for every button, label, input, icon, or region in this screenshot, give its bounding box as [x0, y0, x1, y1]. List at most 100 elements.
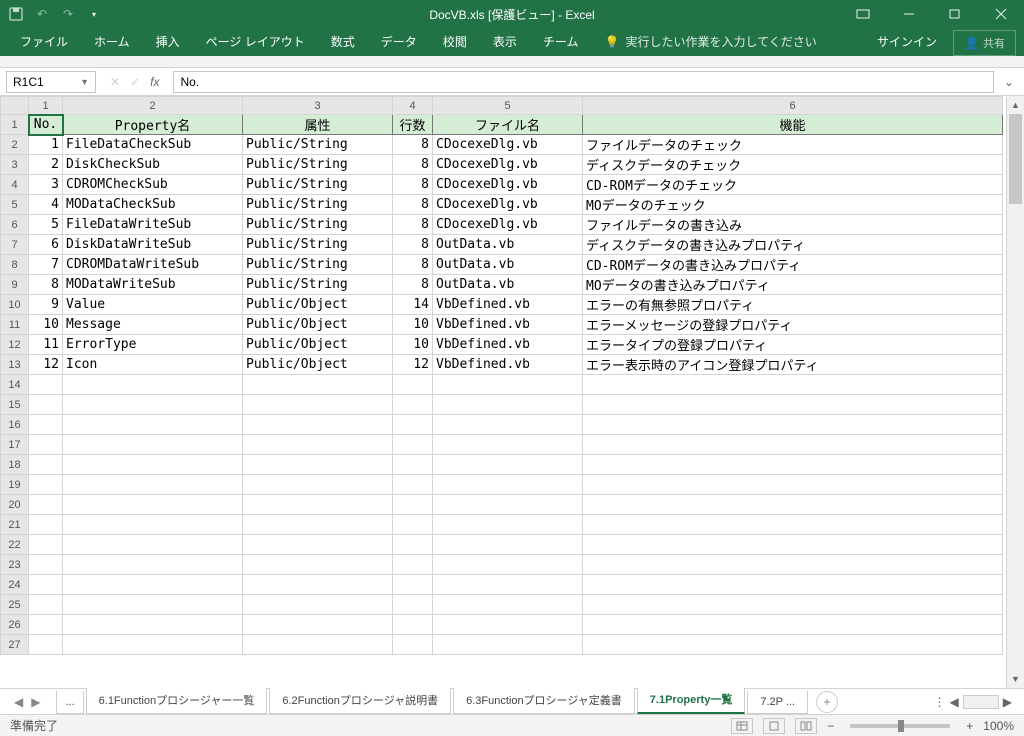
cell[interactable]: 8: [393, 215, 433, 235]
cell[interactable]: [63, 415, 243, 435]
cell[interactable]: [433, 495, 583, 515]
row-header[interactable]: 2: [1, 135, 29, 155]
cell[interactable]: [433, 635, 583, 655]
cell[interactable]: [243, 555, 393, 575]
cell[interactable]: 8: [393, 195, 433, 215]
cell[interactable]: MOデータの書き込みプロパティ: [583, 275, 1003, 295]
cell[interactable]: 1: [29, 135, 63, 155]
scroll-down-icon[interactable]: ▼: [1007, 670, 1024, 688]
cell[interactable]: エラーの有無参照プロパティ: [583, 295, 1003, 315]
cell[interactable]: [433, 435, 583, 455]
fx-icon[interactable]: fx: [150, 75, 159, 89]
tab-nav-next-icon[interactable]: ▶: [31, 695, 40, 709]
row-header[interactable]: 6: [1, 215, 29, 235]
cell[interactable]: [583, 415, 1003, 435]
redo-icon[interactable]: ↷: [60, 6, 76, 22]
cell[interactable]: Message: [63, 315, 243, 335]
cell[interactable]: [393, 415, 433, 435]
cell[interactable]: 2: [29, 155, 63, 175]
cell[interactable]: 14: [393, 295, 433, 315]
cell[interactable]: ディスクデータの書き込みプロパティ: [583, 235, 1003, 255]
cell[interactable]: [393, 535, 433, 555]
cell[interactable]: [393, 455, 433, 475]
scroll-up-icon[interactable]: ▲: [1007, 96, 1024, 114]
maximize-icon[interactable]: [932, 0, 978, 28]
row-header[interactable]: 20: [1, 495, 29, 515]
cell[interactable]: ErrorType: [63, 335, 243, 355]
select-all-corner[interactable]: [1, 97, 29, 115]
cell[interactable]: MODataWriteSub: [63, 275, 243, 295]
ribbon-tab[interactable]: 数式: [319, 27, 367, 56]
cell[interactable]: OutData.vb: [433, 235, 583, 255]
row-header[interactable]: 27: [1, 635, 29, 655]
cell[interactable]: [29, 595, 63, 615]
signin-button[interactable]: サインイン: [863, 27, 951, 56]
cell[interactable]: [243, 455, 393, 475]
row-header[interactable]: 22: [1, 535, 29, 555]
cell[interactable]: [29, 635, 63, 655]
cell[interactable]: 8: [393, 155, 433, 175]
cell[interactable]: [583, 595, 1003, 615]
cell[interactable]: [393, 575, 433, 595]
cell[interactable]: [243, 415, 393, 435]
cell[interactable]: Value: [63, 295, 243, 315]
column-header[interactable]: 6: [583, 97, 1003, 115]
cancel-icon[interactable]: ✕: [110, 75, 120, 89]
row-header[interactable]: 7: [1, 235, 29, 255]
cell[interactable]: [433, 515, 583, 535]
cell[interactable]: OutData.vb: [433, 275, 583, 295]
cell[interactable]: [243, 595, 393, 615]
view-normal-icon[interactable]: [731, 718, 753, 734]
cell[interactable]: [29, 375, 63, 395]
row-header[interactable]: 24: [1, 575, 29, 595]
cell[interactable]: [433, 555, 583, 575]
cell[interactable]: 4: [29, 195, 63, 215]
cell[interactable]: CDROMCheckSub: [63, 175, 243, 195]
row-header[interactable]: 3: [1, 155, 29, 175]
cell[interactable]: [29, 555, 63, 575]
row-header[interactable]: 8: [1, 255, 29, 275]
cell[interactable]: Public/String: [243, 135, 393, 155]
cell[interactable]: [583, 615, 1003, 635]
cell[interactable]: 3: [29, 175, 63, 195]
cell[interactable]: CD-ROMデータの書き込みプロパティ: [583, 255, 1003, 275]
cell[interactable]: [243, 395, 393, 415]
cell[interactable]: ファイルデータのチェック: [583, 135, 1003, 155]
cell[interactable]: ファイルデータの書き込み: [583, 215, 1003, 235]
cell[interactable]: 9: [29, 295, 63, 315]
column-header[interactable]: 4: [393, 97, 433, 115]
cell[interactable]: [63, 495, 243, 515]
cell[interactable]: CDocexeDlg.vb: [433, 155, 583, 175]
horizontal-scrollbar[interactable]: [963, 695, 999, 709]
ribbon-tab[interactable]: データ: [369, 27, 429, 56]
cell[interactable]: [433, 595, 583, 615]
column-header[interactable]: 2: [63, 97, 243, 115]
cell[interactable]: [583, 495, 1003, 515]
cell[interactable]: [583, 475, 1003, 495]
cell[interactable]: 8: [393, 135, 433, 155]
cell[interactable]: [63, 435, 243, 455]
cell[interactable]: Public/String: [243, 155, 393, 175]
row-header[interactable]: 17: [1, 435, 29, 455]
cell[interactable]: [583, 455, 1003, 475]
row-header[interactable]: 19: [1, 475, 29, 495]
cell[interactable]: [583, 395, 1003, 415]
cell[interactable]: [63, 575, 243, 595]
sheet-tab[interactable]: 6.2Functionプロシージャ説明書: [269, 687, 451, 714]
row-header[interactable]: 15: [1, 395, 29, 415]
cell[interactable]: [243, 375, 393, 395]
cell[interactable]: Public/String: [243, 255, 393, 275]
cell[interactable]: エラー表示時のアイコン登録プロパティ: [583, 355, 1003, 375]
cell[interactable]: [433, 615, 583, 635]
cell[interactable]: Public/String: [243, 175, 393, 195]
cell[interactable]: [243, 635, 393, 655]
cell[interactable]: VbDefined.vb: [433, 355, 583, 375]
cell[interactable]: [29, 395, 63, 415]
hscroll-right-icon[interactable]: ▶: [1003, 695, 1012, 709]
cell[interactable]: [29, 415, 63, 435]
cell[interactable]: 10: [29, 315, 63, 335]
cell[interactable]: [63, 395, 243, 415]
cell[interactable]: 11: [29, 335, 63, 355]
cell[interactable]: [433, 375, 583, 395]
cell[interactable]: [393, 595, 433, 615]
